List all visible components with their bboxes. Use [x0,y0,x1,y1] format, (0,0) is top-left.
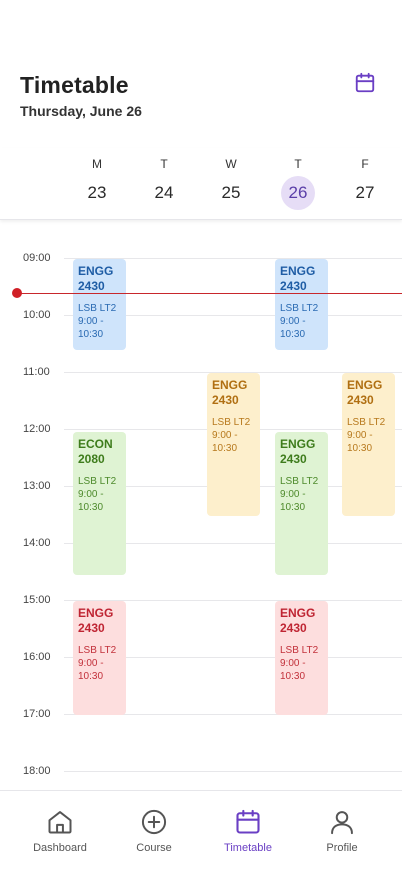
day-thursday[interactable]: T 26 [273,148,323,210]
current-time-dot [12,288,22,298]
hour-label: 18:00 [23,765,51,777]
event-card[interactable]: ENGG 2430 LSB LT2 9:00 - 10:30 [207,373,260,516]
event-course-code: ENGG 2430 [280,264,316,293]
day-number: 26 [281,176,315,210]
event-course-code: ENGG 2430 [347,378,383,407]
nav-label: Dashboard [33,842,87,854]
event-location: LSB LT2 [280,476,319,487]
event-course-code: ENGG 2430 [280,437,316,466]
plus-circle-icon [141,809,167,835]
week-day-selector: M 23 T 24 W 25 T 26 F 27 [0,148,402,220]
day-number: 24 [154,183,174,202]
event-location: LSB LT2 [212,417,251,428]
event-course-code: ECON 2080 [78,437,113,466]
nav-course[interactable]: Course [109,808,199,854]
calendar-icon [236,809,260,834]
event-time: 9:00 - 10:30 [78,489,104,513]
nav-label: Timetable [224,842,272,854]
event-time: 9:00 - 10:30 [347,430,373,454]
event-location: LSB LT2 [78,645,117,656]
day-wednesday[interactable]: W 25 [206,148,256,210]
event-location: LSB LT2 [78,303,117,314]
bottom-navigation: Dashboard Course Timetable Profile [0,790,402,871]
day-number: 27 [355,183,375,202]
home-icon [48,811,72,834]
event-time: 9:00 - 10:30 [212,430,238,454]
event-location: LSB LT2 [280,303,319,314]
nav-label: Profile [326,842,358,854]
day-number: 23 [87,183,107,202]
day-monday[interactable]: M 23 [72,148,122,210]
event-course-code: ENGG 2430 [78,606,114,635]
day-letter: T [160,157,168,171]
current-date: Thursday, June 26 [20,103,142,119]
event-location: LSB LT2 [280,645,319,656]
event-card[interactable]: ENGG 2430 LSB LT2 9:00 - 10:30 [73,259,126,350]
hour-label: 13:00 [23,480,51,492]
nav-timetable[interactable]: Timetable [203,808,293,854]
event-location: LSB LT2 [347,417,386,428]
event-time: 9:00 - 10:30 [280,316,306,340]
hour-label: 12:00 [23,423,51,435]
nav-profile[interactable]: Profile [297,808,387,854]
event-card[interactable]: ENGG 2430 LSB LT2 9:00 - 10:30 [342,373,395,516]
event-card[interactable]: ENGG 2430 LSB LT2 9:00 - 10:30 [275,259,328,350]
event-time: 9:00 - 10:30 [280,489,306,513]
hour-label: 11:00 [23,366,50,378]
hour-label: 09:00 [23,252,51,264]
event-card[interactable]: ENGG 2430 LSB LT2 9:00 - 10:30 [275,601,328,715]
day-friday[interactable]: F 27 [340,148,390,210]
current-time-line [16,293,402,294]
day-number: 25 [221,183,241,202]
event-time: 9:00 - 10:30 [280,658,306,682]
nav-dashboard[interactable]: Dashboard [15,808,105,854]
event-time: 9:00 - 10:30 [78,316,104,340]
timetable-grid[interactable]: 09:00 10:00 11:00 12:00 13:00 14:00 15:0… [0,220,402,790]
hour-label: 14:00 [23,537,51,549]
event-course-code: ENGG 2430 [212,378,248,407]
event-location: LSB LT2 [78,476,117,487]
event-course-code: ENGG 2430 [78,264,114,293]
calendar-icon [355,72,375,93]
nav-label: Course [136,842,172,854]
event-course-code: ENGG 2430 [280,606,316,635]
page-title: Timetable [20,72,129,98]
day-tuesday[interactable]: T 24 [139,148,189,210]
hour-label: 10:00 [23,309,51,321]
event-card[interactable]: ECON 2080 LSB LT2 9:00 - 10:30 [73,432,126,575]
event-card[interactable]: ENGG 2430 LSB LT2 9:00 - 10:30 [275,432,328,575]
day-letter: W [225,157,237,171]
day-letter: T [294,157,302,171]
day-letter: M [92,157,102,171]
calendar-button[interactable] [352,70,378,96]
event-time: 9:00 - 10:30 [78,658,104,682]
hour-line [64,771,402,772]
hour-label: 16:00 [23,651,51,663]
hour-label: 17:00 [23,708,51,720]
event-card[interactable]: ENGG 2430 LSB LT2 9:00 - 10:30 [73,601,126,715]
day-letter: F [361,157,369,171]
person-icon [331,811,353,835]
hour-label: 15:00 [23,594,51,606]
